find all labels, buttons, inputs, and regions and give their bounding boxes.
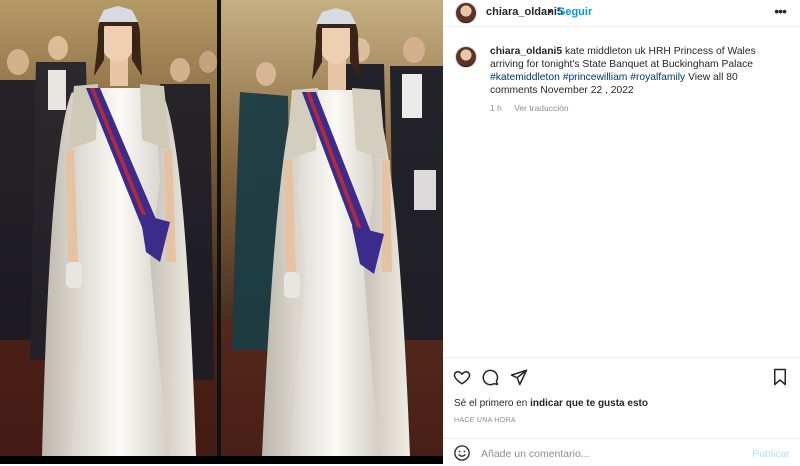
caption-avatar[interactable] (455, 46, 477, 68)
more-options-icon[interactable]: ••• (774, 3, 787, 19)
caption-text: chiara_oldani5 kate middleton uk HRH Pri… (490, 45, 782, 97)
likes-prefix: Sé el primero en (454, 398, 531, 409)
smiley-icon[interactable] (453, 444, 471, 462)
comment-input[interactable] (481, 445, 741, 463)
translate-link[interactable]: Ver traducción (514, 103, 568, 113)
follow-button[interactable]: Seguir (558, 6, 592, 18)
caption-time: 1 h (490, 103, 502, 113)
paper-plane-icon[interactable] (510, 368, 528, 386)
caption-meta: 1 h Ver traducción (490, 103, 579, 113)
post-media[interactable] (0, 0, 443, 464)
bookmark-icon[interactable] (772, 368, 788, 386)
post-image (0, 0, 443, 464)
hashtag-link[interactable]: #katemiddleton (490, 72, 560, 83)
caption-username[interactable]: chiara_oldani5 (490, 46, 562, 57)
likes-text: Sé el primero en indicar que te gusta es… (454, 398, 648, 409)
hashtag-link[interactable]: #princewilliam (563, 72, 628, 83)
separator-dot: • (548, 6, 552, 18)
add-comment-bar: Publicar (443, 438, 800, 466)
heart-icon[interactable] (453, 368, 471, 386)
avatar[interactable] (455, 2, 477, 24)
post-side-panel: chiara_oldani5 • Seguir ••• chiara_oldan… (443, 0, 800, 464)
like-prompt-link[interactable]: indicar que te gusta esto (530, 398, 648, 409)
publish-button[interactable]: Publicar (752, 448, 790, 460)
post-timestamp: HACE UNA HORA (454, 417, 516, 424)
post-actions: Sé el primero en indicar que te gusta es… (443, 357, 800, 465)
hashtag-link[interactable]: #royalfamily (630, 72, 685, 83)
comment-icon[interactable] (481, 368, 499, 386)
post-header: chiara_oldani5 • Seguir ••• (443, 0, 800, 27)
